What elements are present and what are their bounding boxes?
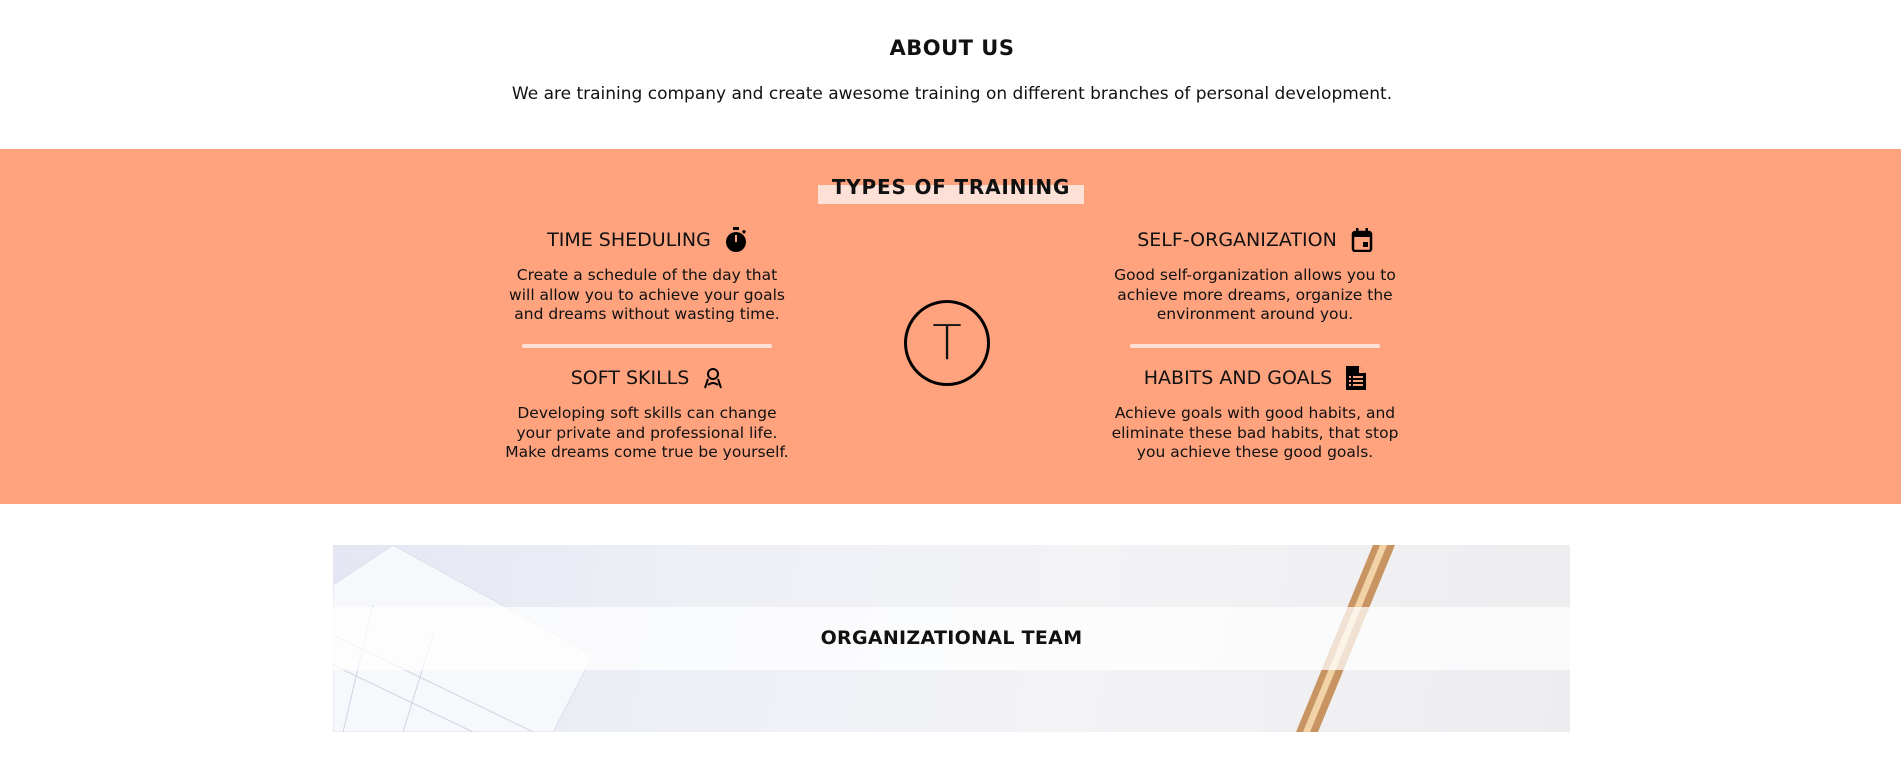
desc-line: Developing soft skills can change: [517, 404, 777, 422]
desc-line: you achieve these good goals.: [1136, 443, 1374, 461]
desc-line: eliminate these bad habits, that stop: [1111, 423, 1399, 442]
desc-line: Achieve goals with good habits, and: [1114, 404, 1396, 422]
training-item-title: SOFT SKILLS: [570, 367, 690, 389]
user-icon: [704, 368, 723, 389]
training-item-time-scheduling: TIME SHEDULING Create a schedule of the …: [477, 226, 817, 325]
logo-letter: T: [932, 315, 962, 371]
team-title: ORGANIZATIONAL TEAM: [820, 627, 1083, 649]
training-item-title: HABITS AND GOALS: [1143, 367, 1333, 389]
desc-line: Good self-organization allows you to: [1114, 266, 1396, 284]
stopwatch-icon: [725, 227, 746, 252]
desc-line: Create a schedule of the day that: [516, 266, 778, 284]
organizational-team-banner: ORGANIZATIONAL TEAM: [333, 545, 1570, 732]
training-item-soft-skills: SOFT SKILLS Developing soft skills can c…: [477, 364, 817, 463]
training-item-title: SELF-ORGANIZATION: [1137, 229, 1337, 251]
divider: [1130, 344, 1380, 348]
desc-line: achieve more dreams, organize the: [1117, 285, 1393, 304]
desc-line: environment around you.: [1156, 305, 1354, 323]
desc-line: your private and professional life.: [516, 423, 778, 442]
document-list-icon: [1346, 366, 1367, 390]
training-logo: T: [904, 300, 990, 386]
types-title: TYPES OF TRAINING: [831, 175, 1071, 199]
desc-line: and dreams without wasting time.: [514, 305, 780, 323]
desc-line: Make dreams come true be yourself.: [505, 443, 789, 461]
divider: [522, 344, 772, 348]
desc-line: will allow you to achieve your goals: [509, 285, 785, 304]
about-title: ABOUT US: [889, 36, 1015, 60]
about-description: We are training company and create aweso…: [511, 84, 1393, 104]
calendar-icon: [1351, 228, 1373, 252]
training-item-habits-and-goals: HABITS AND GOALS Achieve goals with good…: [1085, 364, 1425, 463]
training-item-title: TIME SHEDULING: [547, 229, 711, 251]
training-item-self-organization: SELF-ORGANIZATION Good self-organization…: [1085, 226, 1425, 325]
